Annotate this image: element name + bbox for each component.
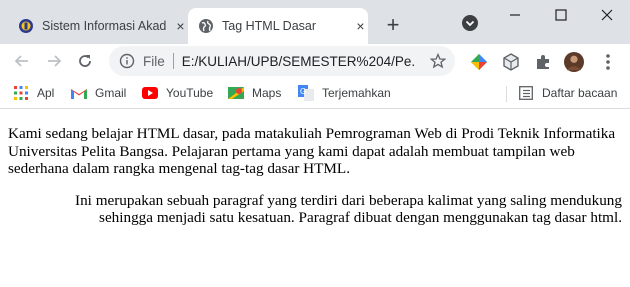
reading-list-button[interactable]: Daftar bacaan <box>518 84 617 102</box>
reading-list-icon <box>518 85 534 101</box>
address-bar[interactable]: File E:/KULIAH/UPB/SEMESTER%204/Pe... <box>109 46 455 76</box>
new-tab-button[interactable]: + <box>381 12 405 37</box>
youtube-icon <box>142 85 158 101</box>
minimize-icon[interactable] <box>492 0 538 30</box>
url-text[interactable]: E:/KULIAH/UPB/SEMESTER%204/Pe... <box>182 54 414 69</box>
bookmark-label: YouTube <box>166 86 214 100</box>
divider <box>172 53 174 69</box>
avatar[interactable] <box>564 52 584 72</box>
bookmark-label: Terjemahkan <box>322 86 391 100</box>
menu-dots-icon[interactable] <box>598 52 618 72</box>
tab-title: Tag HTML Dasar <box>222 19 317 33</box>
tab-sistem-informasi[interactable]: Sistem Informasi Akad × <box>8 8 188 44</box>
bookmark-gmail[interactable]: Gmail <box>71 84 126 102</box>
bookmark-label: Apl <box>37 86 55 100</box>
tab-title: Sistem Informasi Akad <box>42 19 167 33</box>
bookmark-label: Maps <box>252 86 282 100</box>
close-window-icon[interactable] <box>584 0 630 30</box>
tab-tag-html-dasar[interactable]: Tag HTML Dasar × <box>188 8 368 44</box>
reload-icon[interactable] <box>73 49 97 73</box>
scheme-label: File <box>143 53 165 69</box>
translate-icon: G <box>298 85 314 101</box>
svg-text:G: G <box>300 87 306 96</box>
close-tab-icon[interactable]: × <box>353 18 368 34</box>
bookmark-label: Gmail <box>95 86 127 100</box>
globe-icon <box>198 18 214 34</box>
back-arrow-icon[interactable] <box>10 49 34 73</box>
bookmark-youtube[interactable]: YouTube <box>142 84 213 102</box>
bookmarks-bar: Apl Gmail YouTube Maps G Terjemahkan Daf… <box>0 78 630 109</box>
tab-strip: Sistem Informasi Akad × Tag HTML Dasar ×… <box>0 0 630 44</box>
apps-grid-icon <box>13 85 29 101</box>
browser-chrome: Sistem Informasi Akad × Tag HTML Dasar ×… <box>0 0 630 109</box>
extension-icon[interactable] <box>469 52 489 72</box>
cube-extension-icon[interactable] <box>501 52 521 72</box>
reading-list-label: Daftar bacaan <box>542 86 618 100</box>
close-tab-icon[interactable]: × <box>173 18 188 34</box>
divider <box>506 86 507 102</box>
info-icon[interactable] <box>119 53 135 69</box>
paragraph-right: Ini merupakan sebuah paragraf yang terdi… <box>75 191 622 227</box>
forward-arrow-icon[interactable] <box>42 49 66 73</box>
bookmark-apl[interactable]: Apl <box>13 84 54 102</box>
bookmark-star-icon[interactable] <box>429 52 447 70</box>
bookmark-maps[interactable]: Maps <box>228 84 281 102</box>
toolbar: File E:/KULIAH/UPB/SEMESTER%204/Pe... <box>0 44 630 78</box>
tab-search-icon[interactable] <box>461 14 479 32</box>
paragraph-left: Kami sedang belajar HTML dasar, pada mat… <box>8 125 616 177</box>
puzzle-icon[interactable] <box>533 52 553 72</box>
gmail-icon <box>71 85 87 101</box>
maximize-icon[interactable] <box>538 0 584 30</box>
page-content: Kami sedang belajar HTML dasar, pada mat… <box>0 109 630 227</box>
maps-icon <box>228 85 244 101</box>
bookmark-terjemahkan[interactable]: G Terjemahkan <box>298 84 391 102</box>
university-logo-icon <box>18 18 34 34</box>
